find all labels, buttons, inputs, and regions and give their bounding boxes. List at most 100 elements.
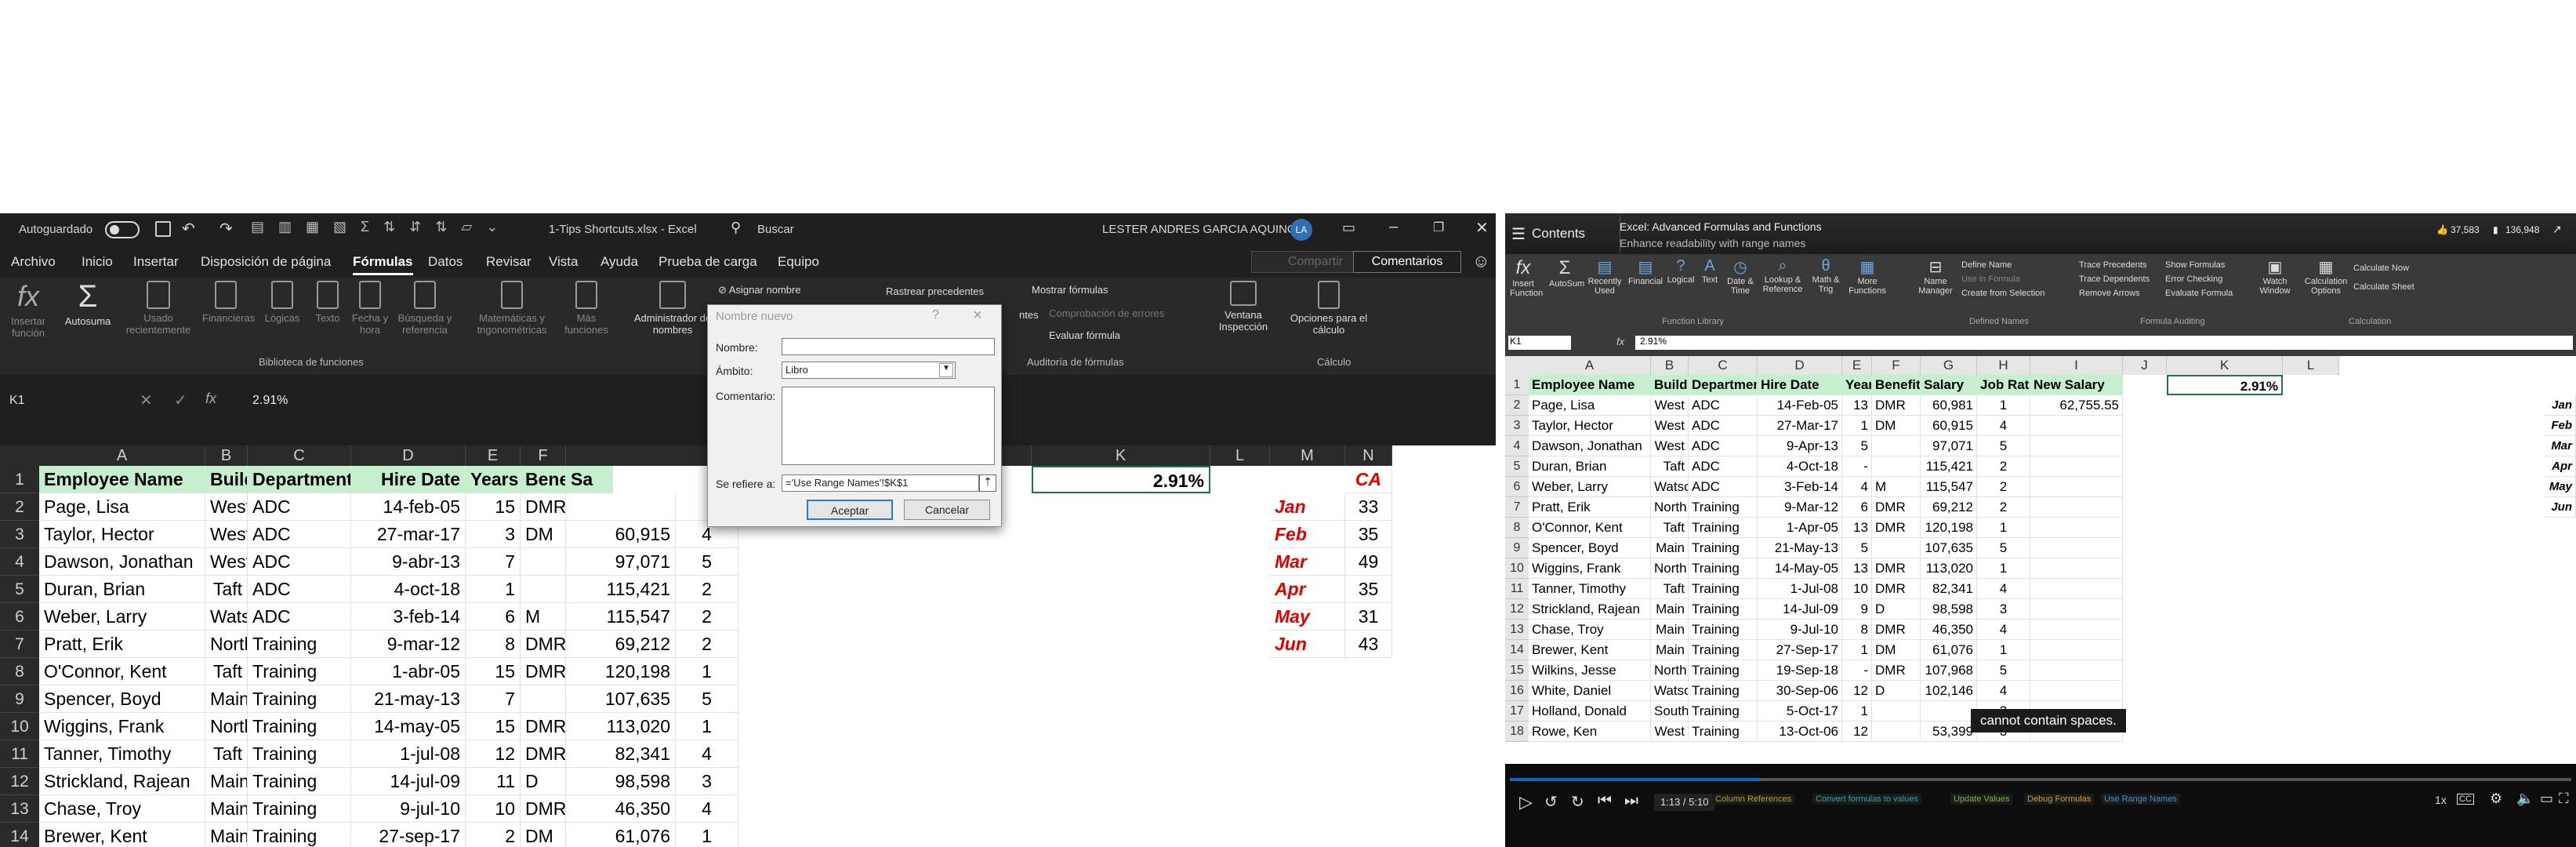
header-cell[interactable]: Benefits bbox=[521, 466, 566, 493]
table-cell[interactable]: Spencer, Boyd bbox=[39, 685, 205, 713]
table-cell[interactable]: 61,076 bbox=[566, 823, 676, 847]
table-cell[interactable]: Watson bbox=[205, 603, 248, 631]
menu-formulas[interactable]: Fórmulas bbox=[353, 254, 413, 275]
table-cell[interactable]: ADC bbox=[248, 576, 351, 603]
table-cell[interactable]: 1 bbox=[676, 713, 738, 740]
table-cell[interactable]: 8 bbox=[466, 631, 521, 658]
assign-name-button[interactable]: ⊘ Asignar nombre bbox=[718, 284, 801, 296]
table-cell[interactable]: 15 bbox=[466, 493, 521, 521]
table-cell[interactable]: 69,212 bbox=[566, 631, 676, 658]
table-cell[interactable]: 115,547 bbox=[566, 603, 676, 631]
more-functions-button[interactable]: Más funciones bbox=[557, 281, 616, 336]
row-header-8[interactable]: 8 bbox=[0, 658, 39, 685]
col-header-E[interactable]: E bbox=[466, 445, 521, 466]
row-header-1[interactable]: 1 bbox=[0, 466, 39, 493]
chapter-1[interactable]: Column References bbox=[1712, 794, 1795, 805]
select-all-corner[interactable] bbox=[0, 445, 39, 466]
text-button[interactable]: Texto bbox=[310, 281, 345, 324]
lookup-button[interactable]: Búsqueda y referencia bbox=[392, 281, 458, 336]
n-value-cell[interactable]: 49 bbox=[1345, 548, 1392, 576]
share-icon[interactable]: ↗ bbox=[2552, 223, 2562, 236]
table-cell[interactable]: O'Connor, Kent bbox=[39, 658, 205, 685]
table-cell[interactable]: 15 bbox=[466, 658, 521, 685]
table-cell[interactable]: Chase, Troy bbox=[39, 795, 205, 823]
table-cell[interactable]: 15 bbox=[466, 713, 521, 740]
next-icon[interactable]: ⏭ bbox=[1624, 792, 1638, 810]
col-header-L[interactable]: L bbox=[1210, 445, 1270, 466]
restore-icon[interactable]: ❐ bbox=[1433, 220, 1444, 235]
table-cell[interactable]: 1 bbox=[676, 658, 738, 685]
table-cell[interactable]: Main bbox=[205, 795, 248, 823]
table-cell[interactable]: 82,341 bbox=[566, 740, 676, 768]
table-cell[interactable]: West bbox=[205, 521, 248, 548]
settings-icon[interactable]: ⚙ bbox=[2490, 791, 2502, 807]
table-cell[interactable]: Pratt, Erik bbox=[39, 631, 205, 658]
table-cell[interactable]: North bbox=[205, 713, 248, 740]
chapter-3[interactable]: Update Values bbox=[1950, 794, 2013, 805]
month-cell[interactable]: Jan bbox=[1270, 493, 1345, 521]
table-cell[interactable]: Training bbox=[248, 768, 351, 795]
recent-button[interactable]: Usado recientemente bbox=[118, 281, 199, 336]
n-value-cell[interactable]: 33 bbox=[1345, 493, 1392, 521]
n-value-cell[interactable]: 35 bbox=[1345, 521, 1392, 548]
menu-equipo[interactable]: Equipo bbox=[778, 254, 819, 270]
row-header-10[interactable]: 10 bbox=[0, 713, 39, 740]
table-cell[interactable]: 9-jul-10 bbox=[351, 795, 466, 823]
table-cell[interactable]: 11 bbox=[466, 768, 521, 795]
month-cell[interactable]: Feb bbox=[1270, 521, 1345, 548]
table-cell[interactable] bbox=[521, 548, 566, 576]
table-cell[interactable]: Main bbox=[205, 768, 248, 795]
table-cell[interactable]: 120,198 bbox=[566, 658, 676, 685]
n-value-cell[interactable]: 35 bbox=[1345, 576, 1392, 603]
table-cell[interactable]: Training bbox=[248, 685, 351, 713]
search-label[interactable]: Buscar bbox=[757, 223, 794, 236]
table-cell[interactable]: Dawson, Jonathan bbox=[39, 548, 205, 576]
table-cell[interactable]: 60,915 bbox=[566, 521, 676, 548]
table-cell[interactable]: Weber, Larry bbox=[39, 603, 205, 631]
table-cell[interactable]: Brewer, Kent bbox=[39, 823, 205, 847]
comment-textarea[interactable] bbox=[782, 387, 995, 465]
table-cell[interactable]: DM bbox=[521, 823, 566, 847]
name-manager-button[interactable]: Administrador de nombres bbox=[633, 281, 712, 336]
table-cell[interactable]: 21-may-13 bbox=[351, 685, 466, 713]
table-cell[interactable]: 6 bbox=[466, 603, 521, 631]
table-cell[interactable]: Taft bbox=[205, 658, 248, 685]
chapter-2[interactable]: Convert formulas to values bbox=[1812, 794, 1921, 805]
table-cell[interactable]: DMR bbox=[521, 740, 566, 768]
table-cell[interactable]: 2 bbox=[676, 603, 738, 631]
col-header-A[interactable]: A bbox=[39, 445, 205, 466]
table-cell[interactable]: 2 bbox=[676, 576, 738, 603]
table-cell[interactable]: 14-jul-09 bbox=[351, 768, 466, 795]
datetime-button[interactable]: Fecha y hora bbox=[350, 281, 390, 336]
n-value-cell[interactable]: 31 bbox=[1345, 603, 1392, 631]
table-cell[interactable]: Training bbox=[248, 740, 351, 768]
math-button[interactable]: Matemáticas y trigonométricas bbox=[461, 281, 563, 336]
like-icon[interactable]: 👍 bbox=[2436, 224, 2448, 235]
header-cell[interactable]: Building bbox=[205, 466, 248, 493]
header-cell[interactable]: Department bbox=[248, 466, 351, 493]
logical-button[interactable]: Lógicas bbox=[260, 281, 304, 324]
table-cell[interactable]: Training bbox=[248, 658, 351, 685]
menu-inicio[interactable]: Inicio bbox=[82, 254, 113, 270]
table-cell[interactable]: 7 bbox=[466, 685, 521, 713]
table-cell[interactable]: D bbox=[521, 768, 566, 795]
table-cell[interactable]: DMR bbox=[521, 713, 566, 740]
menu-prueba-carga[interactable]: Prueba de carga bbox=[659, 254, 757, 270]
financial-button[interactable]: Financieras bbox=[202, 281, 255, 324]
table-cell[interactable]: DMR bbox=[521, 795, 566, 823]
name-input[interactable] bbox=[782, 338, 995, 355]
table-cell[interactable]: 107,635 bbox=[566, 685, 676, 713]
table-cell[interactable] bbox=[521, 685, 566, 713]
avatar[interactable]: LA bbox=[1290, 219, 1312, 241]
previous-icon[interactable]: ⏮ bbox=[1598, 792, 1612, 810]
col-header-K[interactable]: K bbox=[1032, 445, 1210, 466]
table-cell[interactable]: West bbox=[205, 493, 248, 521]
month-cell[interactable]: Mar bbox=[1270, 548, 1345, 576]
table-cell[interactable]: 14-may-05 bbox=[351, 713, 466, 740]
col-header-F[interactable]: F bbox=[521, 445, 566, 466]
row-header-7[interactable]: 7 bbox=[0, 631, 39, 658]
autosum-button[interactable]: Σ Autosuma bbox=[56, 281, 119, 327]
eval-formula-button[interactable]: Evaluar fórmula bbox=[1049, 329, 1120, 341]
cc-button[interactable]: CC bbox=[2457, 794, 2474, 805]
table-cell[interactable]: DMR bbox=[521, 631, 566, 658]
